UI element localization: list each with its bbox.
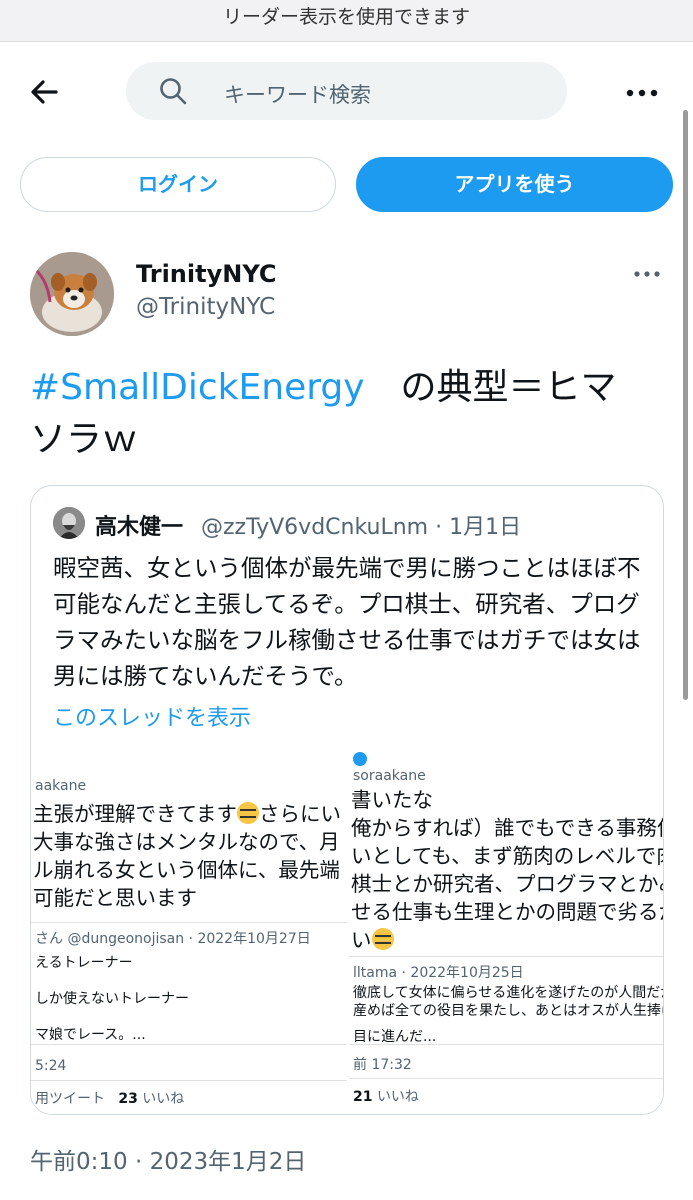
screenshot-right: soraakane 書いたな 俺からすれば）誰でもできる事務作業 いとしても、ま… (349, 748, 664, 1114)
quoted-media[interactable]: aakane 主張が理解できてます さらにい 大事な強さはメンタルなので、月 ル崩… (31, 748, 664, 1114)
shot-left-time: 5:24 (35, 1058, 67, 1074)
shot-left-line1: 主張が理解できてます さらにい (33, 800, 341, 828)
back-arrow-icon[interactable] (26, 74, 66, 110)
nerd-emoji-icon (371, 928, 394, 950)
shot-right-line4: 棋士とか研究者、プログラマとかみた (351, 872, 663, 896)
shot-left-quoted-meta: さん @dungeonojisan · 2022年10月27日 (35, 931, 311, 947)
shot-right-likes-count: 21 (353, 1089, 373, 1105)
shot-left-line4: 可能だと思います (33, 886, 197, 910)
search-placeholder: キーワード検索 (224, 83, 371, 107)
shot-right-line5: せる仕事も生理とかの問題で劣るから (351, 900, 663, 924)
author-name[interactable]: TrinityNYC (136, 260, 276, 288)
reader-mode-bar[interactable]: リーダー表示を使用できます (0, 0, 693, 42)
screenshot-left: aakane 主張が理解できてます さらにい 大事な強さはメンタルなので、月 ル崩… (31, 748, 347, 1114)
shot-right-likes-label: いいね (376, 1089, 419, 1105)
quoted-avatar (53, 507, 85, 539)
shot-right-line1: 書いたな (351, 788, 433, 812)
divider (31, 1080, 347, 1081)
shot-right-quoted-meta: lltama · 2022年10月25日 (353, 965, 524, 981)
divider (349, 1044, 663, 1045)
hashtag-link[interactable]: #SmallDickEnergy (30, 367, 365, 408)
divider (349, 956, 663, 957)
shot-left-line1b-text: さらにい (258, 802, 341, 826)
author-handle[interactable]: @TrinityNYC (136, 294, 275, 320)
post-text: #SmallDickEnergy の典型＝ヒマ ソラｗ (30, 362, 670, 466)
search-input[interactable]: キーワード検索 (126, 62, 567, 120)
quoted-author-handle: @zzTyV6vdCnkuLnm · 1月1日 (201, 515, 522, 540)
post-text-line1: の典型＝ヒマ (364, 367, 617, 408)
shot-left-line3: ル崩れる女という個体に、最先端 (33, 858, 340, 882)
shot-left-likes-label: いいね (142, 1091, 185, 1107)
post-text-line2: ソラｗ (30, 419, 139, 460)
divider (349, 1078, 663, 1079)
nerd-emoji-icon (236, 802, 259, 824)
shot-left-handle: aakane (35, 778, 87, 794)
post-author: TrinityNYC @TrinityNYC (28, 250, 668, 340)
divider (31, 922, 347, 923)
top-nav: キーワード検索 (0, 56, 693, 128)
shot-left-sub2: しか使えないトレーナー (35, 991, 189, 1007)
shot-left-stats: 用ツイート 23 いいね (35, 1088, 184, 1108)
shot-right-sub3: 目に進んだ... (353, 1029, 437, 1045)
shot-right-line6-text: い (351, 928, 372, 952)
shot-right-line6: い (351, 926, 394, 954)
shot-left-retweet-label: 用ツイート (35, 1091, 105, 1107)
shot-right-line3: いとしても、まず筋肉のレベルで肉体 (351, 844, 664, 868)
reader-mode-text: リーダー表示を使用できます (222, 6, 470, 28)
quoted-body: 暇空茜、女という個体が最先端で男に勝つことはほぼ不可能なんだと主張してるぞ。プロ… (53, 554, 641, 690)
shot-right-handle: soraakane (353, 768, 426, 784)
quoted-author-name: 高木健一 (95, 515, 184, 540)
shot-right-stats: 21 いいね (353, 1086, 419, 1106)
divider (31, 1044, 347, 1045)
shot-right-sub1: 徹底して女体に偏らせる進化を遂げたのが人間だから (353, 985, 664, 1001)
scrollbar[interactable] (683, 110, 688, 700)
shot-left-line1-text: 主張が理解できてます (33, 802, 237, 826)
shot-right-time: 前 17:32 (353, 1057, 412, 1073)
shot-right-sub2: 産めば全ての役目を果たし、あとはオスが人生捧げて生涯 (353, 1003, 663, 1019)
author-avatar[interactable] (30, 252, 114, 336)
use-app-button[interactable]: アプリを使う (356, 157, 673, 212)
quoted-header: 高木健一 @zzTyV6vdCnkuLnm · 1月1日 (53, 506, 653, 542)
shot-left-sub3: マ娘でレース。... (35, 1027, 146, 1043)
shot-right-line2: 俺からすれば）誰でもできる事務作業 (351, 816, 664, 840)
post-more-icon[interactable] (632, 264, 662, 284)
shot-left-sub1: えるトレーナー (35, 955, 133, 971)
post-timestamp[interactable]: 午前0:10 · 2023年1月2日 (30, 1142, 306, 1176)
shot-left-likes-count: 23 (118, 1091, 138, 1107)
verified-badge-icon (353, 752, 367, 766)
login-button[interactable]: ログイン (20, 157, 336, 212)
show-thread-link[interactable]: このスレッドを表示 (53, 700, 251, 732)
search-icon (158, 76, 188, 106)
more-dots-icon[interactable] (622, 78, 662, 108)
shot-left-line2: 大事な強さはメンタルなので、月 (33, 830, 340, 854)
quoted-tweet[interactable]: 高木健一 @zzTyV6vdCnkuLnm · 1月1日 暇空茜、女という個体が… (30, 485, 664, 1115)
